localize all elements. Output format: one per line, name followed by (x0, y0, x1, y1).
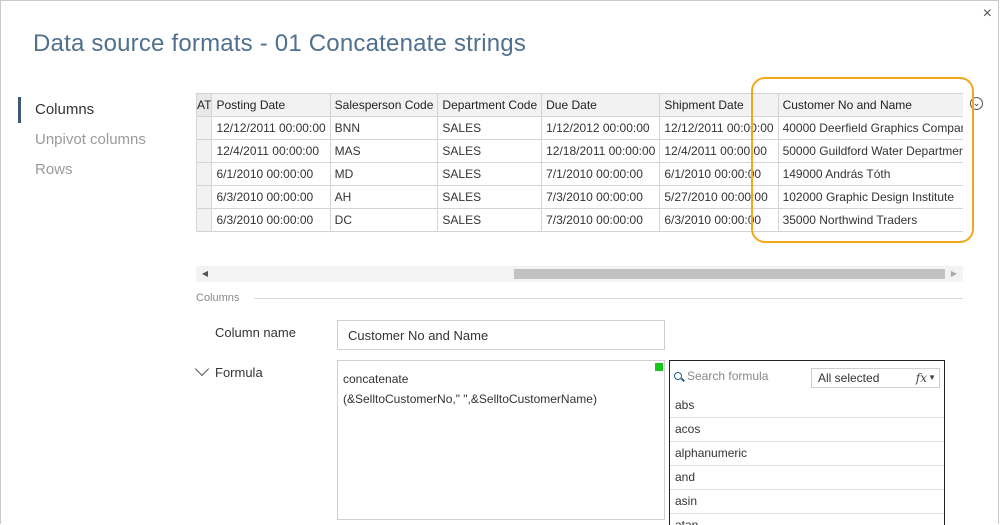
formula-category-select[interactable]: All selected fx ▼ (811, 368, 940, 388)
column-header-department-code[interactable]: Department Code (437, 93, 543, 117)
scrollbar-thumb[interactable] (514, 269, 945, 279)
dropdown-arrow-icon: ▼ (928, 373, 936, 382)
grid-cell: 12/18/2011 00:00:00 (541, 139, 661, 163)
grid-cell: 6/1/2010 00:00:00 (659, 162, 779, 186)
grid-cell: 7/3/2010 00:00:00 (541, 208, 661, 232)
grid-cell: 6/3/2010 00:00:00 (211, 208, 331, 232)
nav-item-rows[interactable]: Rows (18, 155, 178, 185)
scroll-left-icon[interactable]: ◀ (198, 266, 212, 282)
grid-cell: 6/3/2010 00:00:00 (211, 185, 331, 209)
formula-label: Formula (215, 365, 263, 380)
grid-cell: AH (329, 185, 439, 209)
list-item[interactable]: asin (670, 490, 944, 514)
grid-cell: 5/27/2010 00:00:00 (659, 185, 779, 209)
grid-cell: MD (329, 162, 439, 186)
table-row[interactable]: 12/4/2011 00:00:00 MAS SALES 12/18/2011 … (196, 139, 963, 163)
grid-cell: 12/12/2011 00:00:00 (659, 116, 779, 140)
formula-search-input[interactable]: Search formula (674, 369, 768, 383)
scroll-right-icon[interactable]: ▶ (947, 266, 961, 282)
formula-toggle[interactable]: Formula (193, 361, 263, 380)
grid-cell (196, 208, 213, 232)
list-item[interactable]: and (670, 466, 944, 490)
grid-cell: 1/12/2012 00:00:00 (541, 116, 661, 140)
horizontal-scrollbar[interactable]: ◀ ▶ (196, 266, 963, 282)
grid-cell: 12/4/2011 00:00:00 (659, 139, 779, 163)
formula-editor[interactable]: concatenate (&SelltoCustomerNo," ",&Sell… (337, 360, 665, 520)
grid-cell: 35000 Northwind Traders (777, 208, 963, 232)
grid-cell: 12/12/2011 00:00:00 (211, 116, 331, 140)
table-row[interactable]: 6/3/2010 00:00:00 DC SALES 7/3/2010 00:0… (196, 208, 963, 232)
grid-cell: 50000 Guildford Water Department (777, 139, 963, 163)
list-item[interactable]: abs (670, 394, 944, 418)
column-header-posting-date[interactable]: Posting Date (211, 93, 331, 117)
grid-cell: 7/3/2010 00:00:00 (541, 185, 661, 209)
fx-icon: fx (915, 371, 927, 385)
search-icon (674, 372, 682, 380)
table-row[interactable]: 12/12/2011 00:00:00 BNN SALES 1/12/2012 … (196, 116, 963, 140)
dialog-title: Data source formats - 01 Concatenate str… (33, 30, 527, 57)
section-divider (254, 298, 963, 299)
grid-cell: 149000 András Tóth (777, 162, 963, 186)
column-name-input[interactable] (337, 320, 665, 350)
formula-search-placeholder: Search formula (687, 369, 769, 383)
formula-valid-indicator (655, 363, 663, 371)
grid-cell: MAS (329, 139, 439, 163)
grid-cell: 6/1/2010 00:00:00 (211, 162, 331, 186)
grid-cell: BNN (329, 116, 439, 140)
grid-cell (196, 139, 213, 163)
grid-cell: SALES (437, 139, 543, 163)
grid-cell: 102000 Graphic Design Institute (777, 185, 963, 209)
grid-cell (196, 185, 213, 209)
table-row[interactable]: 6/3/2010 00:00:00 AH SALES 7/3/2010 00:0… (196, 185, 963, 209)
grid-cell: 40000 Deerfield Graphics Company (777, 116, 963, 140)
formula-category-value: All selected (818, 371, 880, 385)
grid-cell: 6/3/2010 00:00:00 (659, 208, 779, 232)
column-name-label: Column name (215, 325, 296, 340)
chevron-down-icon (194, 361, 210, 377)
column-header-customer-no-and-name[interactable]: Customer No and Name (777, 93, 963, 117)
grid-cell: SALES (437, 208, 543, 232)
grid-cell (196, 162, 213, 186)
grid-cell: 12/4/2011 00:00:00 (211, 139, 331, 163)
grid-cell: 7/1/2010 00:00:00 (541, 162, 661, 186)
column-header-salesperson-code[interactable]: Salesperson Code (329, 93, 439, 117)
grid-cell: SALES (437, 116, 543, 140)
column-header-shipment-date[interactable]: Shipment Date (659, 93, 779, 117)
grid-cell: SALES (437, 162, 543, 186)
grid-header-row: AT Posting Date Salesperson Code Departm… (196, 93, 963, 117)
columns-section-label: Columns (196, 292, 240, 304)
column-header-due-date[interactable]: Due Date (541, 93, 661, 117)
grid-cell (196, 116, 213, 140)
side-nav: Columns Unpivot columns Rows (18, 95, 178, 185)
list-item[interactable]: acos (670, 418, 944, 442)
table-row[interactable]: 6/1/2010 00:00:00 MD SALES 7/1/2010 00:0… (196, 162, 963, 186)
data-grid: AT Posting Date Salesperson Code Departm… (196, 93, 963, 233)
close-icon[interactable]: × (983, 6, 992, 22)
grid-cell: DC (329, 208, 439, 232)
formula-picker-panel: Search formula All selected fx ▼ abs aco… (669, 360, 945, 525)
nav-item-columns[interactable]: Columns (18, 95, 178, 125)
list-item[interactable]: atan (670, 514, 944, 525)
list-item[interactable]: alphanumeric (670, 442, 944, 466)
nav-item-unpivot-columns[interactable]: Unpivot columns (18, 125, 178, 155)
grid-cell: SALES (437, 185, 543, 209)
column-header-at[interactable]: AT (196, 93, 213, 117)
formula-list: abs acos alphanumeric and asin atan (670, 394, 944, 525)
chevron-down-circle-icon[interactable]: ⌄ (970, 97, 983, 110)
